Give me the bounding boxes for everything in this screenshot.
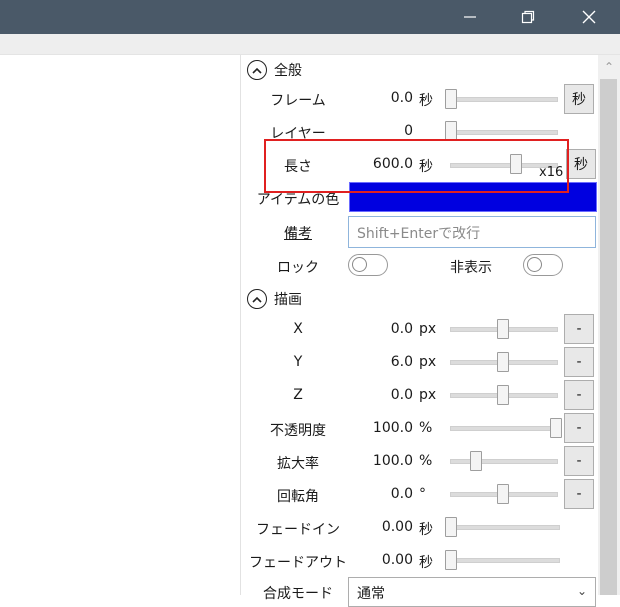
restore-icon	[521, 10, 535, 24]
x-slider-thumb[interactable]	[497, 319, 509, 339]
opacity-slider-thumb[interactable]	[550, 418, 562, 438]
frame-value[interactable]: 0.0	[391, 90, 413, 106]
y-reset-button[interactable]: -	[564, 347, 594, 377]
section-draw-title: 描画	[274, 292, 302, 308]
fadeout-slider-thumb[interactable]	[445, 550, 457, 570]
y-label: Y	[293, 354, 303, 370]
blend-mode-label: 合成モード	[263, 586, 333, 602]
rotation-reset-button[interactable]: -	[564, 479, 594, 509]
lock-label: ロック	[277, 260, 319, 276]
z-reset-button[interactable]: -	[564, 380, 594, 410]
x-value[interactable]: 0.0	[391, 321, 413, 337]
chevron-down-icon: ⌄	[576, 584, 587, 598]
y-slider-thumb[interactable]	[497, 352, 509, 372]
length-unit-button[interactable]: 秒	[566, 149, 596, 179]
opacity-slider[interactable]	[450, 426, 558, 431]
scrollbar-thumb[interactable]	[600, 79, 617, 595]
toggle-knob	[527, 257, 542, 272]
y-unit: px	[419, 354, 437, 370]
scale-slider[interactable]	[450, 459, 558, 464]
menu-strip	[0, 34, 620, 55]
collapse-icon[interactable]	[247, 289, 267, 309]
opacity-unit: %	[419, 420, 433, 436]
section-general-header[interactable]: 全般	[247, 58, 302, 82]
x-reset-button[interactable]: -	[564, 314, 594, 344]
collapse-icon[interactable]	[247, 60, 267, 80]
rotation-slider-thumb[interactable]	[497, 484, 509, 504]
x-label: X	[293, 321, 303, 337]
rotation-unit: °	[419, 486, 426, 502]
close-icon	[582, 10, 596, 24]
frame-unit-button[interactable]: 秒	[564, 84, 594, 114]
scroll-up-icon[interactable]: ⌃	[598, 57, 620, 77]
fadeout-slider[interactable]	[450, 558, 560, 563]
scale-slider-thumb[interactable]	[470, 451, 482, 471]
fadeout-label: フェードアウト	[249, 555, 347, 571]
z-label: Z	[293, 387, 303, 403]
fadeout-unit: 秒	[419, 555, 433, 571]
frame-label: フレーム	[270, 93, 326, 109]
section-general-title: 全般	[274, 63, 302, 79]
restore-button[interactable]	[502, 0, 554, 34]
x-unit: px	[419, 321, 437, 337]
scale-label: 拡大率	[277, 456, 319, 472]
fadein-slider[interactable]	[450, 525, 560, 530]
blend-mode-value: 通常	[357, 586, 385, 602]
z-value[interactable]: 0.0	[391, 387, 413, 403]
y-value[interactable]: 6.0	[391, 354, 413, 370]
fadein-label: フェードイン	[256, 522, 340, 538]
property-panel: 全般 フレーム 0.0 秒 秒 レイヤー 0 長さ 600.0 秒 x16 秒 …	[241, 55, 598, 607]
memo-input[interactable]: Shift+Enterで改行	[348, 216, 596, 248]
scale-reset-button[interactable]: -	[564, 446, 594, 476]
fadein-value[interactable]: 0.00	[382, 519, 413, 535]
minimize-button[interactable]	[444, 0, 496, 34]
frame-slider[interactable]	[450, 97, 558, 102]
rotation-value[interactable]: 0.0	[391, 486, 413, 502]
hidden-toggle[interactable]	[523, 254, 563, 276]
rotation-label: 回転角	[277, 489, 319, 505]
memo-label: 備考	[284, 226, 312, 242]
annotation-highlight-box	[264, 139, 569, 193]
blend-mode-select[interactable]: 通常 ⌄	[348, 577, 596, 607]
minimize-icon	[464, 16, 476, 18]
lock-toggle[interactable]	[348, 254, 388, 276]
fadein-unit: 秒	[419, 522, 433, 538]
toggle-knob	[352, 257, 367, 272]
hidden-label: 非表示	[450, 260, 492, 276]
title-bar	[0, 0, 620, 34]
opacity-reset-button[interactable]: -	[564, 413, 594, 443]
layer-slider-thumb[interactable]	[445, 121, 457, 141]
layer-slider[interactable]	[450, 130, 558, 135]
z-unit: px	[419, 387, 437, 403]
frame-slider-thumb[interactable]	[445, 89, 457, 109]
vertical-scrollbar[interactable]: ⌃	[598, 55, 620, 595]
layer-value[interactable]: 0	[404, 123, 413, 139]
preview-area[interactable]	[0, 55, 240, 595]
fadein-slider-thumb[interactable]	[445, 517, 457, 537]
fadeout-value[interactable]: 0.00	[382, 552, 413, 568]
section-draw-header[interactable]: 描画	[247, 287, 302, 311]
opacity-value[interactable]: 100.0	[373, 420, 413, 436]
opacity-label: 不透明度	[270, 423, 326, 439]
close-button[interactable]	[563, 0, 615, 34]
scale-unit: %	[419, 453, 433, 469]
scale-value[interactable]: 100.0	[373, 453, 413, 469]
z-slider-thumb[interactable]	[497, 385, 509, 405]
frame-unit: 秒	[419, 93, 433, 109]
